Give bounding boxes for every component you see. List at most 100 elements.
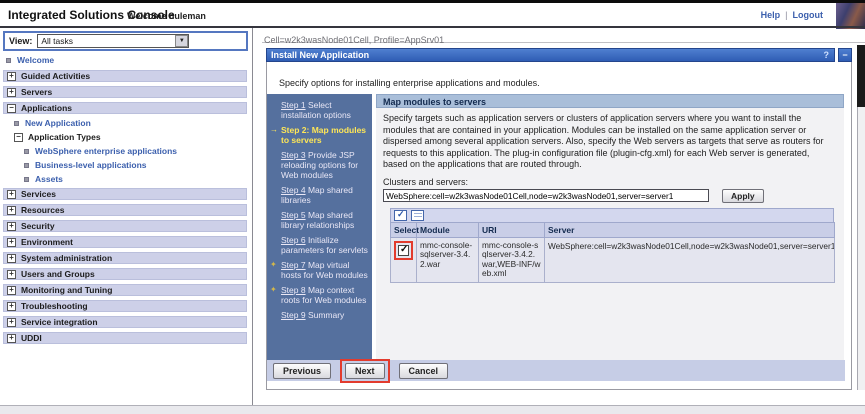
step-4-link[interactable]: Step 4 Map shared libraries bbox=[270, 185, 369, 205]
sidebar-section-uddi[interactable]: + UDDI bbox=[3, 332, 247, 344]
sidebar-item-new-application[interactable]: New Application bbox=[14, 118, 252, 128]
link-separator: | bbox=[785, 10, 787, 20]
step-8-link[interactable]: ✦ Step 8 Map context roots for Web modul… bbox=[270, 285, 369, 305]
modules-table: Select Module URI Server bbox=[390, 208, 834, 283]
bullet-icon bbox=[24, 177, 29, 182]
expand-icon[interactable]: + bbox=[7, 254, 16, 263]
annotation-next-highlight: Next bbox=[340, 359, 390, 383]
help-panel-edge-light bbox=[857, 107, 865, 390]
step-6-link[interactable]: Step 6 Initialize parameters for servlet… bbox=[270, 235, 369, 255]
expand-icon[interactable]: + bbox=[7, 206, 16, 215]
expand-icon[interactable]: + bbox=[7, 334, 16, 343]
deselect-all-icon[interactable] bbox=[411, 210, 424, 221]
applications-subtree: New Application − Application Types WebS… bbox=[0, 118, 252, 184]
step-3-link[interactable]: Step 3 Provide JSP reloading options for… bbox=[270, 150, 369, 180]
step-5-link[interactable]: Step 5 Map shared library relationships bbox=[270, 210, 369, 230]
annotation-checkbox-highlight bbox=[394, 241, 413, 260]
cancel-button[interactable]: Cancel bbox=[399, 363, 449, 379]
sidebar-section-users-and-groups[interactable]: + Users and Groups bbox=[3, 268, 247, 280]
step-diamond-icon: ✦ bbox=[270, 260, 277, 270]
wizard-container: Step 1 Select installation options → Ste… bbox=[267, 94, 851, 360]
expand-icon[interactable]: + bbox=[7, 222, 16, 231]
window-help-icon[interactable]: ? bbox=[819, 50, 835, 60]
expand-icon[interactable]: + bbox=[7, 72, 16, 81]
dropdown-arrow-icon[interactable]: ▼ bbox=[175, 35, 188, 47]
sidebar-item-websphere-enterprise-applications[interactable]: WebSphere enterprise applications bbox=[24, 146, 252, 156]
sidebar-section-servers[interactable]: + Servers bbox=[3, 86, 247, 98]
table-row: mmc-console-sqlserver-3.4.2.war mmc-cons… bbox=[391, 237, 835, 282]
sidebar-section-resources[interactable]: + Resources bbox=[3, 204, 247, 216]
bullet-icon bbox=[6, 58, 11, 63]
table-header-row: Select Module URI Server bbox=[391, 222, 835, 237]
expand-icon[interactable]: + bbox=[7, 238, 16, 247]
collapse-icon[interactable]: − bbox=[7, 104, 16, 113]
header-links: Help | Logout bbox=[761, 10, 823, 20]
sidebar-section-security[interactable]: + Security bbox=[3, 220, 247, 232]
step-diamond-icon: ✦ bbox=[270, 285, 277, 295]
sidebar-section-guided-activities[interactable]: + Guided Activities bbox=[3, 70, 247, 82]
module-select-checkbox[interactable] bbox=[398, 245, 409, 256]
column-header-select: Select bbox=[391, 222, 417, 237]
view-select-value: All tasks bbox=[41, 36, 175, 46]
wizard-steps-panel: Step 1 Select installation options → Ste… bbox=[267, 94, 372, 360]
expand-icon[interactable]: + bbox=[7, 286, 16, 295]
sidebar-item-welcome-label: Welcome bbox=[17, 55, 54, 65]
navigation-sidebar: View: All tasks ▼ Welcome + Guided Activ… bbox=[0, 28, 253, 405]
column-header-module: Module bbox=[417, 222, 479, 237]
clusters-and-servers-input[interactable] bbox=[383, 189, 709, 202]
window-body: Specify options for installing enterpris… bbox=[266, 62, 852, 390]
sidebar-section-environment[interactable]: + Environment bbox=[3, 236, 247, 248]
module-cell: mmc-console-sqlserver-3.4.2.war bbox=[417, 237, 479, 282]
integrated-solutions-console: Integrated Solutions Console Welcome nul… bbox=[0, 0, 865, 414]
sidebar-item-business-level-applications[interactable]: Business-level applications bbox=[24, 160, 252, 170]
clusters-and-servers-label: Clusters and servers: bbox=[383, 177, 844, 187]
breadcrumb: Cell=w2k3wasNode01Cell, Profile=AppSrv01 bbox=[262, 35, 444, 45]
step-content-title: Map modules to servers bbox=[376, 94, 844, 108]
sidebar-item-assets[interactable]: Assets bbox=[24, 174, 252, 184]
expand-icon[interactable]: + bbox=[7, 190, 16, 199]
select-all-icon[interactable] bbox=[394, 210, 407, 221]
app-header: Integrated Solutions Console Welcome nul… bbox=[0, 3, 865, 26]
step-1-link[interactable]: Step 1 Select installation options bbox=[270, 100, 369, 120]
collapse-icon[interactable]: − bbox=[14, 133, 23, 142]
current-step-arrow-icon: → bbox=[270, 125, 278, 135]
sidebar-section-system-administration[interactable]: + System administration bbox=[3, 252, 247, 264]
logout-link[interactable]: Logout bbox=[793, 10, 824, 20]
bullet-icon bbox=[14, 121, 19, 126]
window-title: Install New Application bbox=[267, 50, 819, 60]
welcome-user-label: Welcome nuleman bbox=[127, 11, 206, 21]
window-minimize-icon[interactable]: − bbox=[838, 48, 852, 62]
view-select[interactable]: All tasks ▼ bbox=[37, 34, 189, 48]
sidebar-section-applications[interactable]: − Applications bbox=[3, 102, 247, 114]
sidebar-section-services[interactable]: + Services bbox=[3, 188, 247, 200]
step-7-link[interactable]: ✦ Step 7 Map virtual hosts for Web modul… bbox=[270, 260, 369, 280]
step-description: Specify targets such as application serv… bbox=[376, 108, 844, 174]
sidebar-section-troubleshooting[interactable]: + Troubleshooting bbox=[3, 300, 247, 312]
expand-icon[interactable]: + bbox=[7, 88, 16, 97]
step-9-link[interactable]: Step 9 Summary bbox=[270, 310, 369, 320]
next-button[interactable]: Next bbox=[345, 363, 385, 379]
expand-icon[interactable]: + bbox=[7, 318, 16, 327]
bullet-icon bbox=[24, 163, 29, 168]
apply-button[interactable]: Apply bbox=[722, 189, 764, 203]
sidebar-section-service-integration[interactable]: + Service integration bbox=[3, 316, 247, 328]
step-2-current: → Step 2: Map modules to servers bbox=[270, 125, 369, 145]
view-label: View: bbox=[9, 36, 32, 46]
sidebar-section-monitoring-and-tuning[interactable]: + Monitoring and Tuning bbox=[3, 284, 247, 296]
column-header-server: Server bbox=[545, 222, 835, 237]
uri-cell: mmc-console-sqlserver-3.4.2.war,WEB-INF/… bbox=[479, 237, 545, 282]
table-toolbar bbox=[390, 208, 834, 222]
main-content: Cell=w2k3wasNode01Cell, Profile=AppSrv01… bbox=[262, 28, 865, 405]
wizard-button-bar: Previous Next Cancel bbox=[267, 360, 845, 381]
expand-icon[interactable]: + bbox=[7, 270, 16, 279]
server-cell: WebSphere:cell=w2k3wasNode01Cell,node=w2… bbox=[545, 237, 835, 282]
step-content-panel: Map modules to servers Specify targets s… bbox=[376, 94, 844, 360]
previous-button[interactable]: Previous bbox=[273, 363, 331, 379]
install-new-application-window: Install New Application ? − Specify opti… bbox=[266, 48, 852, 390]
window-titlebar: Install New Application ? bbox=[266, 48, 835, 62]
sidebar-item-application-types[interactable]: − Application Types bbox=[14, 132, 252, 142]
help-link[interactable]: Help bbox=[761, 10, 781, 20]
bullet-icon bbox=[24, 149, 29, 154]
sidebar-item-welcome[interactable]: Welcome bbox=[6, 55, 252, 65]
expand-icon[interactable]: + bbox=[7, 302, 16, 311]
